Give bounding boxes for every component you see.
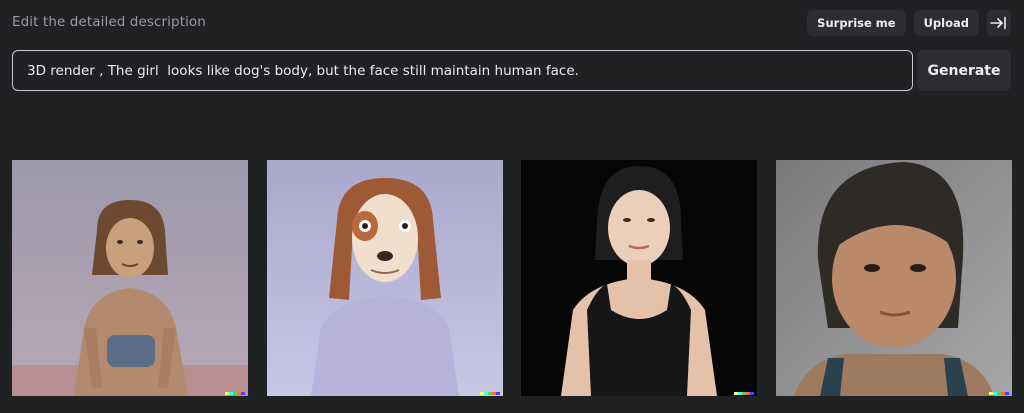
color-strip-watermark [734, 392, 754, 395]
generate-button[interactable]: Generate [917, 50, 1011, 91]
result-image-1-render [12, 160, 248, 396]
result-image-4-render [776, 160, 1012, 396]
edit-description-label: Edit the detailed description [12, 14, 206, 30]
prompt-input[interactable] [27, 62, 907, 79]
result-image-3[interactable] [521, 160, 757, 396]
top-actions: Surprise me Upload [807, 10, 1011, 36]
color-strip-watermark [480, 392, 500, 395]
arrow-right-to-bar-icon [990, 16, 1006, 30]
collapse-panel-button[interactable] [987, 10, 1011, 36]
result-image-4[interactable] [776, 160, 1012, 396]
result-image-2[interactable] [267, 160, 503, 396]
image-results-grid [12, 160, 1012, 396]
prompt-row: Generate [12, 50, 1011, 93]
color-strip-watermark [989, 392, 1009, 395]
upload-button[interactable]: Upload [913, 10, 979, 36]
result-image-1[interactable] [12, 160, 248, 396]
surprise-me-button[interactable]: Surprise me [807, 10, 906, 36]
prompt-box [12, 50, 913, 91]
result-image-3-render [521, 160, 757, 396]
dalle-editor: Edit the detailed description Surprise m… [0, 0, 1024, 413]
result-image-2-render [267, 160, 503, 396]
color-strip-watermark [225, 392, 245, 395]
